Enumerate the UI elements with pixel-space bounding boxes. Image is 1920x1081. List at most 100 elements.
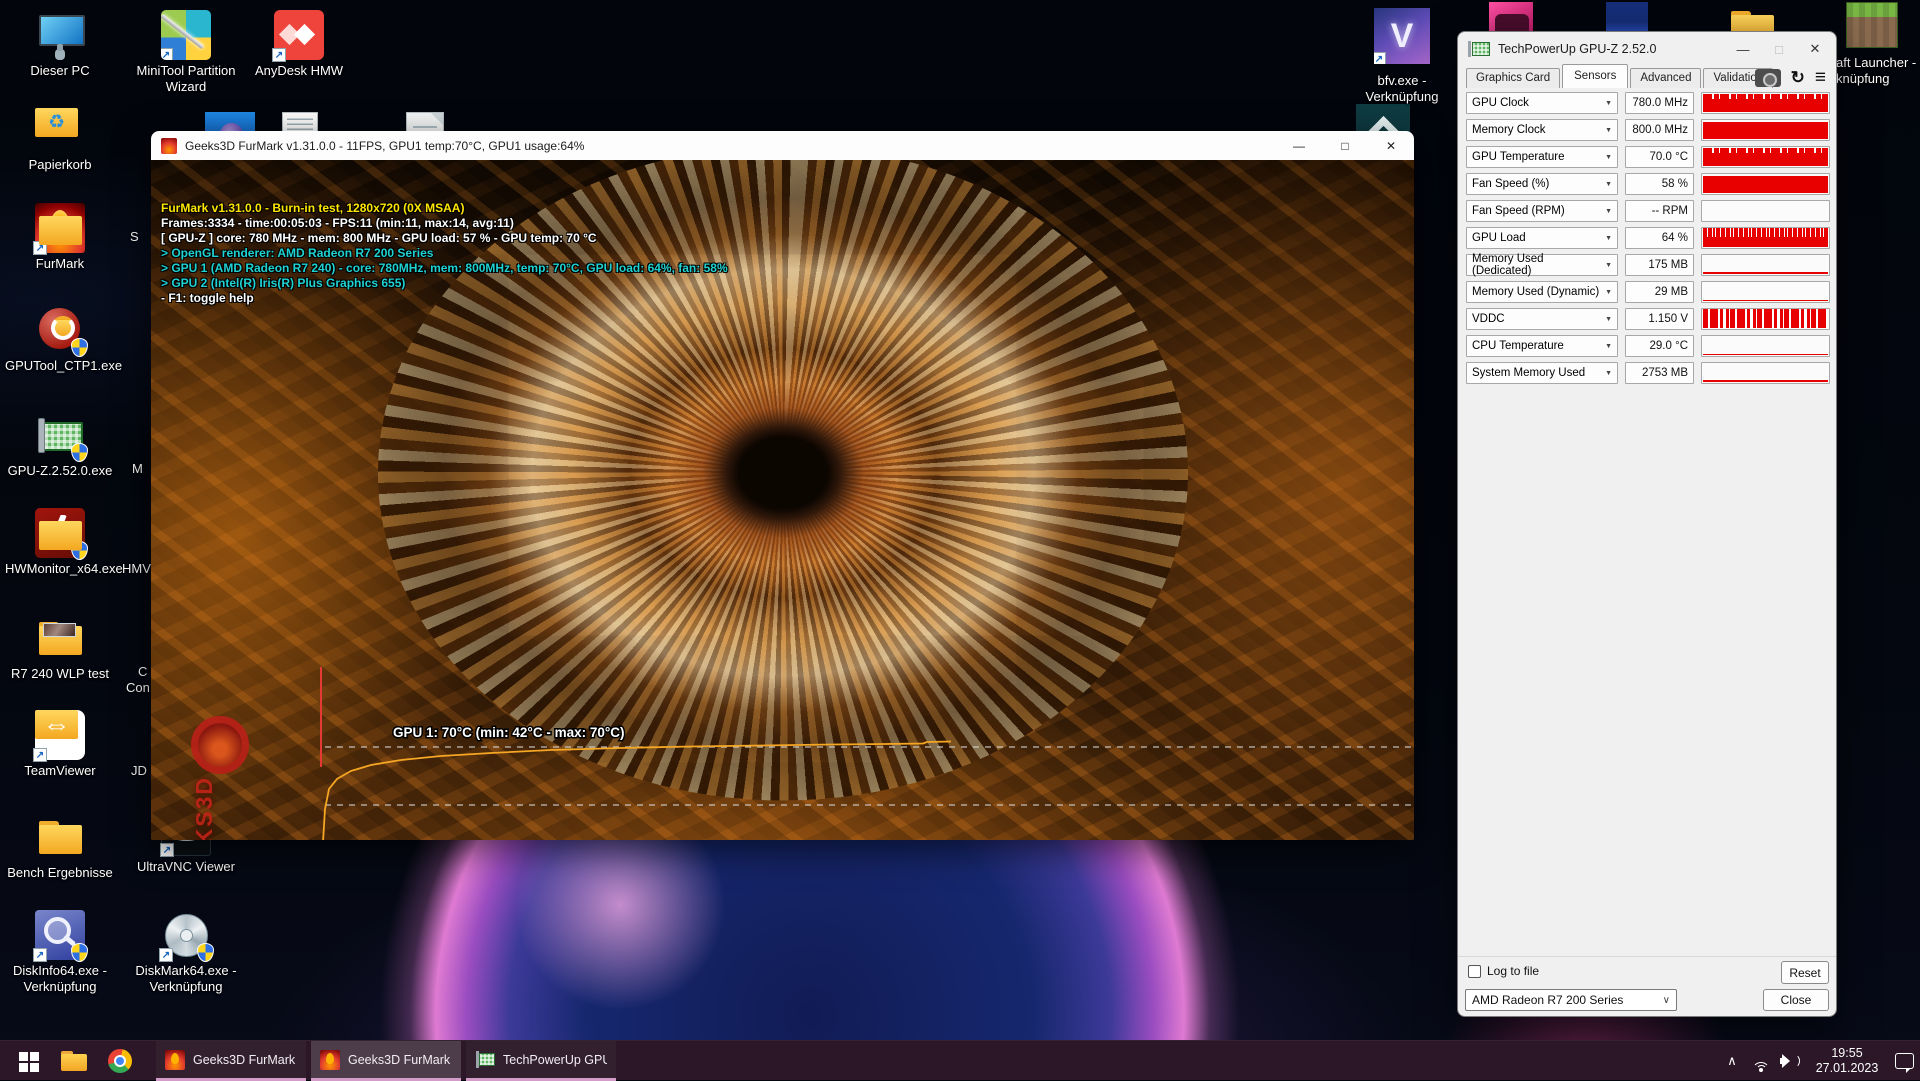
close-button-bottom[interactable]: Close (1763, 989, 1829, 1011)
start-button[interactable] (8, 1041, 48, 1081)
desktop-icon[interactable]: TeamViewer (5, 710, 115, 779)
dropdown-arrow-icon: ▼ (1605, 343, 1612, 350)
sensor-value: 64 % (1625, 227, 1694, 249)
taskbar-window-button[interactable]: TechPowerUp GPU-... (466, 1041, 616, 1081)
desktop-icon[interactable]: R7 240 WLP test (5, 613, 115, 682)
sensor-name-dropdown[interactable]: Memory Used (Dynamic) ▼ (1466, 281, 1618, 303)
uac-shield-icon (71, 943, 88, 962)
taskbar-app-icon (320, 1050, 340, 1070)
desktop-icon-art (35, 104, 85, 154)
log-to-file-checkbox[interactable] (1468, 965, 1481, 978)
tray-chevron-icon[interactable]: ∧ (1721, 1053, 1743, 1069)
sensor-name-dropdown[interactable]: CPU Temperature ▼ (1466, 335, 1618, 357)
taskbar-clock[interactable]: 19:55 27.01.2023 (1807, 1046, 1887, 1076)
gpuz-bottom-bar: Log to file Reset AMD Radeon R7 200 Seri… (1458, 956, 1836, 1016)
sensor-history-graph (1701, 200, 1830, 222)
sensor-name-dropdown[interactable]: GPU Clock ▼ (1466, 92, 1618, 114)
sensor-value: 29 MB (1625, 281, 1694, 303)
reset-button[interactable]: Reset (1781, 961, 1829, 984)
clipped-label-fragment: JD (131, 763, 147, 778)
furmark-render-area: FurMark v1.31.0.0 - Burn-in test, 1280x7… (151, 160, 1414, 840)
sensor-value: 2753 MB (1625, 362, 1694, 384)
screenshot-camera-icon[interactable] (1755, 69, 1781, 87)
desktop-icon[interactable]: HWMonitor_x64.exe (5, 508, 115, 577)
clipped-label-fragment: M (132, 461, 143, 476)
desktop-icon[interactable]: MiniTool Partition Wizard (131, 10, 241, 95)
gpu-select-dropdown[interactable]: AMD Radeon R7 200 Series ∨ (1465, 989, 1677, 1011)
sensor-name-dropdown[interactable]: Fan Speed (RPM) ▼ (1466, 200, 1618, 222)
desktop-icon[interactable]: Bench Ergebnisse (5, 812, 115, 881)
furmark-osd-text: FurMark v1.31.0.0 - Burn-in test, 1280x7… (161, 201, 728, 306)
sensor-history-graph (1701, 119, 1830, 141)
desktop-icon[interactable]: FurMark (5, 203, 115, 272)
dropdown-arrow-icon: ▼ (1605, 181, 1612, 188)
folder-photo-icon (43, 623, 76, 637)
desktop-icon-label: Dieser PC (5, 63, 115, 79)
shortcut-arrow-icon (159, 948, 173, 962)
bfv-shortcut-icon[interactable]: V (1374, 8, 1430, 64)
sensor-name-dropdown[interactable]: VDDC ▼ (1466, 308, 1618, 330)
sensor-name-dropdown[interactable]: Memory Used (Dedicated) ▼ (1466, 254, 1618, 276)
sensor-row: Fan Speed (%) ▼ 58 % (1466, 173, 1830, 195)
sensor-name-dropdown[interactable]: Fan Speed (%) ▼ (1466, 173, 1618, 195)
maximize-button[interactable]: □ (1768, 42, 1790, 57)
gpuz-window-title: TechPowerUp GPU-Z 2.52.0 (1498, 42, 1656, 56)
close-button[interactable]: ✕ (1804, 41, 1826, 57)
desktop-icon[interactable]: Papierkorb (5, 104, 115, 173)
chrome-icon (108, 1049, 132, 1073)
desktop-icon[interactable]: AnyDesk HMW (244, 10, 354, 79)
minimize-button[interactable]: — (1276, 131, 1322, 160)
sensor-name-dropdown[interactable]: Memory Clock ▼ (1466, 119, 1618, 141)
notification-center-icon[interactable] (1895, 1053, 1914, 1069)
sensor-name-dropdown[interactable]: System Memory Used ▼ (1466, 362, 1618, 384)
sensor-row: Fan Speed (RPM) ▼ -- RPM (1466, 200, 1830, 222)
clipped-label-fragment: HMV (122, 561, 151, 576)
blue-app-icon[interactable] (1606, 2, 1648, 34)
sensor-name-dropdown[interactable]: GPU Temperature ▼ (1466, 146, 1618, 168)
hamburger-menu-icon[interactable]: ≡ (1815, 68, 1826, 87)
gpuz-tab[interactable]: Advanced (1630, 68, 1701, 88)
furmark-window: Geeks3D FurMark v1.31.0.0 - 11FPS, GPU1 … (151, 131, 1414, 840)
gpuz-tab[interactable]: Sensors (1562, 64, 1628, 88)
uac-shield-icon (71, 443, 88, 462)
wifi-icon[interactable] (1751, 1054, 1771, 1069)
desktop-icon-label: HWMonitor_x64.exe (5, 561, 115, 577)
gpuz-tab[interactable]: Graphics Card (1466, 68, 1560, 88)
refresh-icon[interactable]: ↻ (1791, 69, 1805, 86)
folder-icon (61, 1051, 87, 1071)
desktop-icon[interactable]: GPU-Z.2.52.0.exe (5, 410, 115, 479)
desktop-icon-label: Bench Ergebnisse (5, 865, 115, 881)
speaker-icon[interactable] (1779, 1053, 1799, 1069)
file-explorer-button[interactable] (54, 1041, 94, 1081)
gpu-temperature-graph: GPU 1: 70°C (min: 42°C - max: 70°C) (311, 659, 1414, 840)
minimize-button[interactable]: — (1732, 42, 1754, 57)
minecraft-launcher-icon[interactable] (1846, 2, 1898, 48)
taskbar-window-button[interactable]: Geeks3D FurMark 1... (156, 1041, 306, 1081)
windows-logo-icon (19, 1052, 28, 1061)
chrome-button[interactable] (100, 1041, 140, 1081)
sensor-name-dropdown[interactable]: GPU Load ▼ (1466, 227, 1618, 249)
dropdown-arrow-icon: ▼ (1605, 208, 1612, 215)
bfv-icon-label: bfv.exe - Verknüpfung (1352, 73, 1452, 105)
desktop-icon[interactable]: DiskMark64.exe - Verknüpfung (131, 910, 241, 995)
desktop-icon[interactable]: DiskInfo64.exe - Verknüpfung (5, 910, 115, 995)
desktop-icon[interactable]: Dieser PC (5, 10, 115, 79)
desktop-icon-label: GPUTool_CTP1.exe (5, 358, 115, 374)
pink-app-icon[interactable] (1489, 2, 1533, 34)
system-tray: ∧ 19:55 27.01.2023 (1721, 1041, 1920, 1081)
close-button[interactable]: ✕ (1368, 131, 1414, 160)
maximize-button[interactable]: □ (1322, 131, 1368, 160)
gpuz-window: TechPowerUp GPU-Z 2.52.0 — □ ✕ Graphics … (1457, 31, 1837, 1017)
furmark-titlebar[interactable]: Geeks3D FurMark v1.31.0.0 - 11FPS, GPU1 … (151, 131, 1414, 160)
gpuz-titlebar[interactable]: TechPowerUp GPU-Z 2.52.0 — □ ✕ (1458, 32, 1836, 66)
log-to-file-label: Log to file (1487, 964, 1539, 978)
osd-line: > GPU 2 (Intel(R) Iris(R) Plus Graphics … (161, 276, 728, 291)
date: 27.01.2023 (1816, 1061, 1879, 1075)
sensor-history-graph (1701, 92, 1830, 114)
sensor-list: GPU Clock ▼ 780.0 MHz Memory Clock ▼ 800… (1466, 92, 1830, 389)
desktop-icon[interactable]: GPUTool_CTP1.exe (5, 305, 115, 374)
taskbar-window-button[interactable]: Geeks3D FurMark v... (311, 1041, 461, 1081)
desktop-icon-art (274, 10, 324, 60)
desktop-icon-label: Papierkorb (5, 157, 115, 173)
sensor-value: 1.150 V (1625, 308, 1694, 330)
